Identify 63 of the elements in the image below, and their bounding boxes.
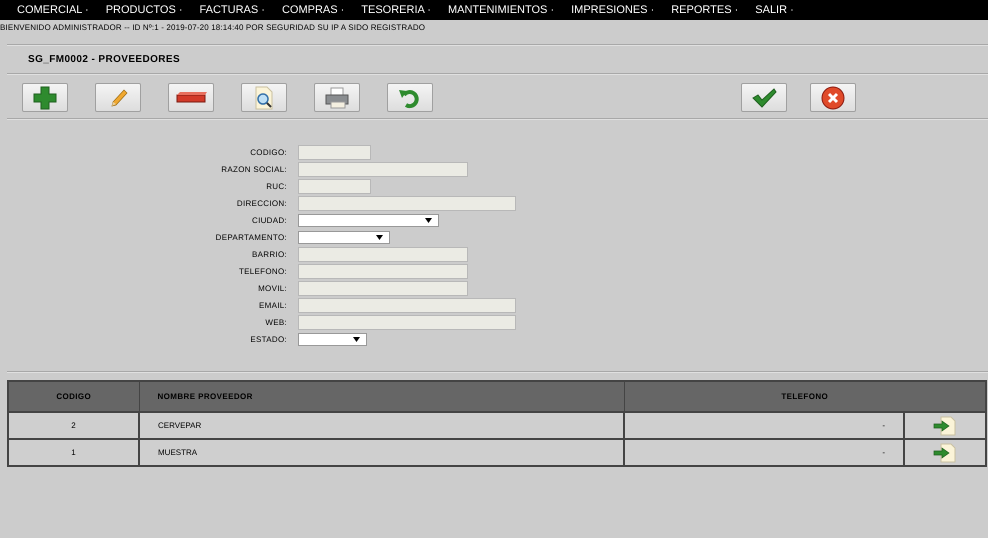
menu-item[interactable]: SALIR · [755,4,794,16]
field-label: ESTADO: [249,335,288,344]
search-button[interactable] [241,83,287,112]
table-cell: - [624,439,904,466]
input-field[interactable] [298,196,516,211]
caret-icon [353,337,360,342]
menu-item[interactable]: MANTENIMIENTOS · [448,4,554,16]
field-label: BARRIO: [251,250,288,259]
input-field[interactable] [298,298,516,313]
accept-button[interactable] [741,83,787,112]
printer-icon [324,86,350,108]
caret-icon [376,235,383,240]
table-cell: CERVEPAR [139,412,624,439]
delete-button[interactable] [168,83,214,112]
table-cell: MUESTRA [139,439,624,466]
refresh-button[interactable] [387,83,433,112]
field-label: CIUDAD: [251,216,288,225]
input-field[interactable] [298,247,468,262]
print-button[interactable] [314,83,360,112]
menu-item[interactable]: TESORERIA · [361,4,431,16]
cancel-button[interactable] [810,83,856,112]
input-field[interactable] [298,145,371,160]
input-field[interactable] [298,315,516,330]
field-label: DEPARTAMENTO: [214,233,288,242]
input-field[interactable] [298,162,468,177]
caret-icon [425,218,432,223]
dropdown[interactable] [298,333,367,346]
minus-icon [175,90,207,104]
field-label: EMAIL: [258,301,288,310]
field-label: DIRECCION: [236,199,288,208]
arrow-document-icon[interactable] [933,442,957,462]
form-title: SG_FM0002 - PROVEEDORES [27,53,182,67]
magnifier-document-icon [253,86,275,110]
menu-item[interactable]: REPORTES · [671,4,738,16]
field-label: WEB: [264,318,288,327]
menu-item[interactable]: FACTURAS · [200,4,265,16]
welcome-message: BIENVENIDO ADMINISTRADOR -- ID Nº:1 - 2019-07-20 18:14:40 POR SEGURIDAD SU IP A SIDO REGISTRADO [0,22,426,32]
field-label: RAZON SOCIAL: [220,165,288,174]
input-field[interactable] [298,264,468,279]
field-label: CODIGO: [249,148,288,157]
field-label: RUC: [265,182,288,191]
field-label: MOVIL: [257,284,288,293]
field-label: TELEFONO: [238,267,288,276]
menu-item[interactable]: IMPRESIONES · [571,4,654,16]
menu-item[interactable]: COMERCIAL · [17,4,89,16]
input-field[interactable] [298,281,468,296]
column-header: CODIGO [8,381,139,412]
dropdown[interactable] [298,231,390,244]
checkmark-icon [751,88,777,108]
table-cell: 1 [8,439,139,466]
add-button[interactable] [22,83,68,112]
menu-item[interactable]: PRODUCTOS · [106,4,183,16]
dropdown[interactable] [298,214,439,227]
close-icon [820,86,846,110]
input-field[interactable] [298,179,371,194]
table-cell: - [624,412,904,439]
table-cell: 2 [8,412,139,439]
plus-icon [33,86,57,110]
column-header: NOMBRE PROVEEDOR [139,381,624,412]
edit-button[interactable] [95,83,141,112]
arrow-document-icon[interactable] [933,416,957,436]
menu-item[interactable]: COMPRAS · [282,4,344,16]
column-header: TELEFONO [624,381,986,412]
